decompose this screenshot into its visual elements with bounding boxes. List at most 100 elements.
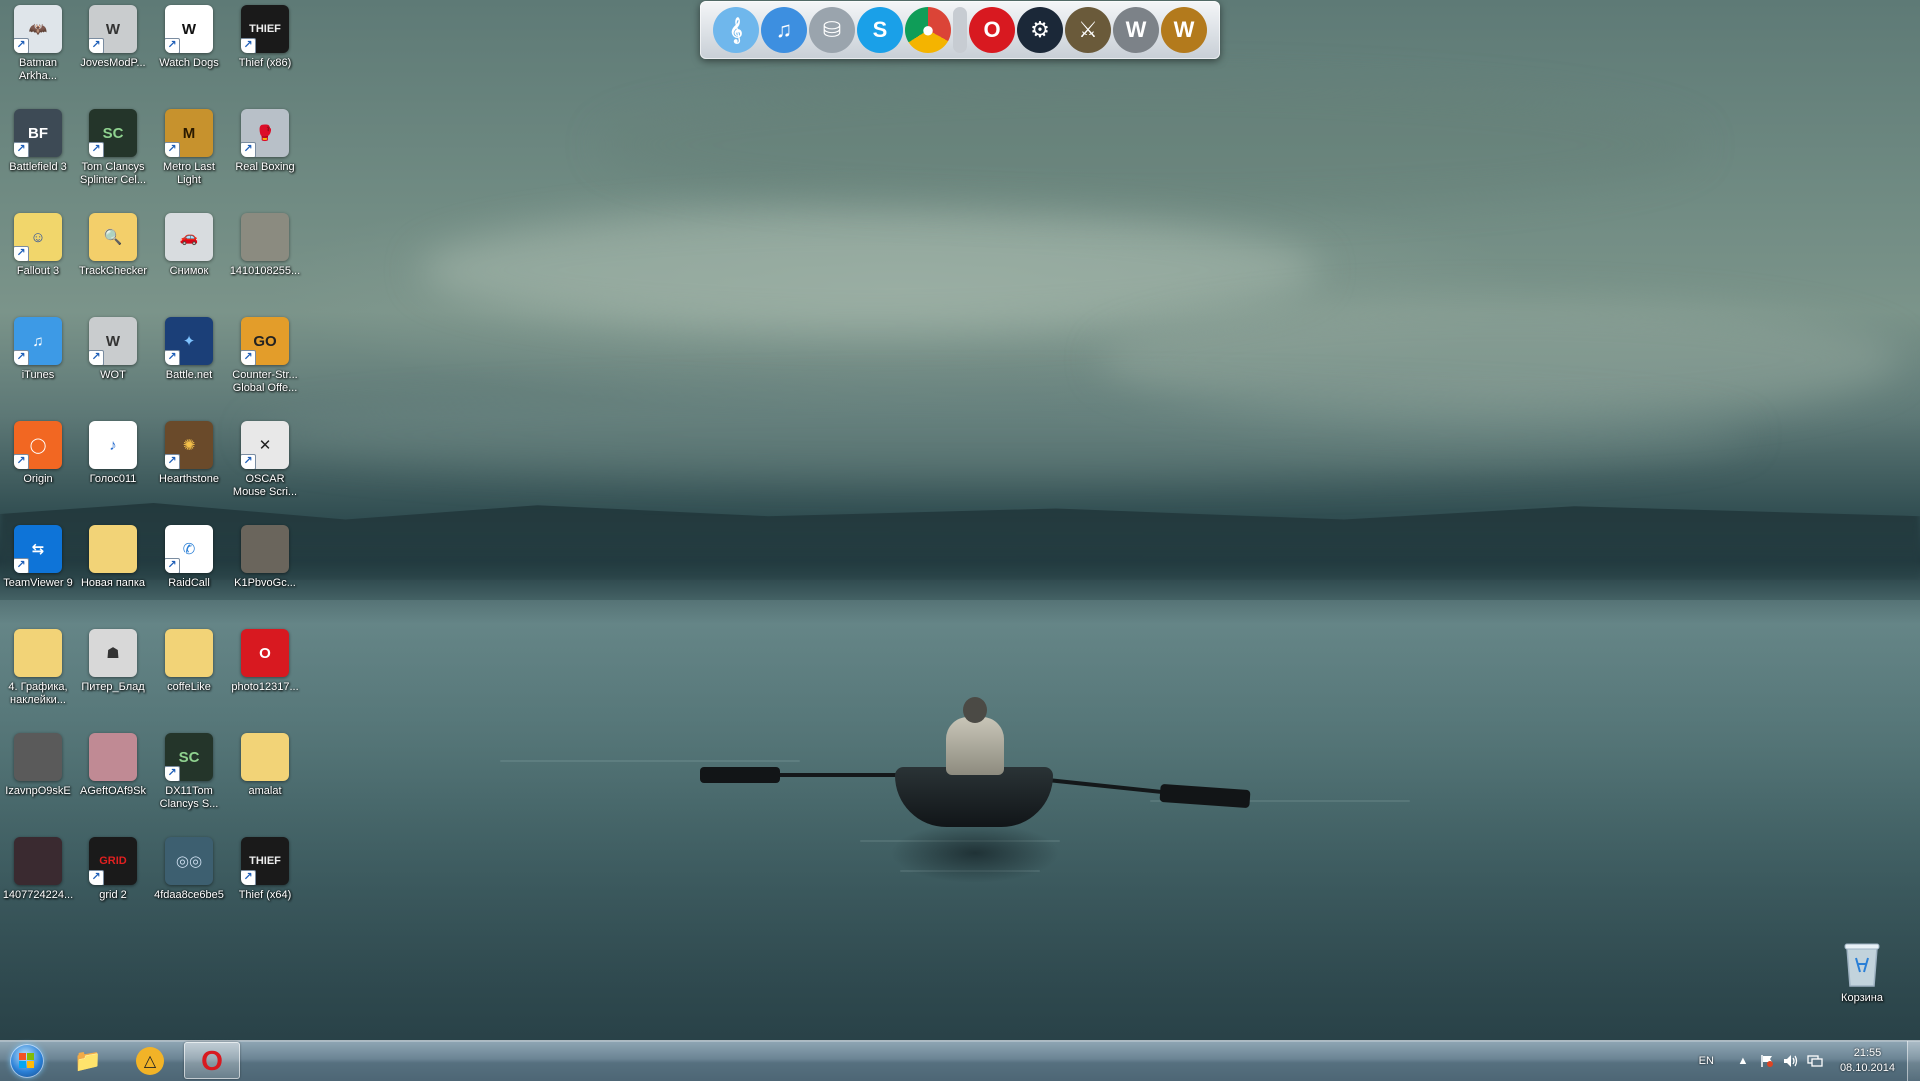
desktop-icon[interactable]: 4. Графика, наклейки... bbox=[1, 624, 75, 724]
network-icon[interactable] bbox=[1806, 1052, 1824, 1070]
recycle-bin-label: Корзина bbox=[1841, 992, 1883, 1004]
splinter-cell-icon: SC ↗ bbox=[165, 733, 213, 781]
shortcut-arrow-icon: ↗ bbox=[14, 142, 29, 157]
desktop-icon[interactable]: ◯ ↗ Origin bbox=[1, 416, 75, 516]
action-center-icon[interactable] bbox=[1758, 1052, 1776, 1070]
desktop-icon-label: Thief (x64) bbox=[238, 889, 292, 901]
desktop-icon[interactable]: GRID ↗ grid 2 bbox=[76, 832, 150, 932]
steam-icon[interactable]: ⚙ bbox=[1017, 7, 1063, 53]
shortcut-arrow-icon: ↗ bbox=[165, 38, 180, 53]
desktop-icon[interactable]: BF ↗ Battlefield 3 bbox=[1, 104, 75, 204]
daemon-tools-icon[interactable]: ⛁ bbox=[809, 7, 855, 53]
start-button[interactable] bbox=[6, 1043, 48, 1079]
language-indicator[interactable]: EN bbox=[1699, 1055, 1714, 1067]
desktop-icon[interactable]: THIEF ↗ Thief (x86) bbox=[228, 0, 302, 100]
desktop-icon-label: RaidCall bbox=[168, 577, 210, 589]
desktop-icon[interactable]: 🔍 TrackChecker bbox=[76, 208, 150, 308]
clock[interactable]: 21:55 08.10.2014 bbox=[1840, 1046, 1895, 1076]
itunes-icon[interactable]: ♫ bbox=[761, 7, 807, 53]
rowboat-scene bbox=[700, 695, 1260, 895]
desktop-icon-label: OSCAR Mouse Scri... bbox=[232, 473, 298, 498]
shortcut-arrow-icon: ↗ bbox=[241, 454, 256, 469]
desktop-icon[interactable]: 🚗 Снимок bbox=[152, 208, 226, 308]
desktop-icon[interactable]: M ↗ Metro Last Light bbox=[152, 104, 226, 204]
desktop-icon-label: Watch Dogs bbox=[159, 57, 219, 69]
desktop-icon-label: AGeftOAf9Sk bbox=[79, 785, 147, 797]
itunes-icon: ♫ ↗ bbox=[14, 317, 62, 365]
taskbar-explorer-button[interactable]: 📁 bbox=[60, 1042, 116, 1079]
desktop-icon[interactable]: ♫ ↗ iTunes bbox=[1, 312, 75, 412]
desktop-icon[interactable]: Ophoto12317... bbox=[228, 624, 302, 724]
folder-icon bbox=[241, 733, 289, 781]
shortcut-arrow-icon: ↗ bbox=[14, 558, 29, 573]
wow-icon[interactable]: W bbox=[1161, 7, 1207, 53]
desktop-icon-label: Новая папка bbox=[80, 577, 146, 589]
desktop-icon-label: IzavnpO9skE bbox=[5, 785, 71, 797]
volume-icon[interactable] bbox=[1782, 1052, 1800, 1070]
desktop-icon[interactable]: 🦇 ↗ Batman Arkha... bbox=[1, 0, 75, 100]
desktop-icon[interactable]: ✦ ↗ Battle.net bbox=[152, 312, 226, 412]
desktop-icon[interactable]: THIEF ↗ Thief (x64) bbox=[228, 832, 302, 932]
desktop-icon[interactable]: Новая папка bbox=[76, 520, 150, 620]
taskbar: 📁 △ O EN ▲ 21:55 08.10.2014 bbox=[0, 1040, 1920, 1081]
taskbar-aimp-button[interactable]: △ bbox=[122, 1042, 178, 1079]
desktop-icon[interactable]: ⇆ ↗ TeamViewer 9 bbox=[1, 520, 75, 620]
desktop-icon[interactable]: GO ↗ Counter-Str... Global Offe... bbox=[228, 312, 302, 412]
recycle-bin[interactable]: Корзина bbox=[1822, 938, 1902, 1004]
desktop-icon[interactable]: W ↗ Watch Dogs bbox=[152, 0, 226, 100]
clock-date: 08.10.2014 bbox=[1839, 1062, 1895, 1074]
sword-shield-icon[interactable]: ⚔ bbox=[1065, 7, 1111, 53]
image-file-icon bbox=[241, 213, 289, 261]
skype-icon[interactable]: S bbox=[857, 7, 903, 53]
folder-icon bbox=[89, 525, 137, 573]
desktop-icon[interactable]: W ↗ WOT bbox=[76, 312, 150, 412]
desktop-icon-label: Голос011 bbox=[89, 473, 137, 485]
shortcut-arrow-icon: ↗ bbox=[14, 350, 29, 365]
desktop-icon-label: Tom Clancys Splinter Cel... bbox=[79, 161, 147, 186]
desktop-icon[interactable]: ☗ Питер_Блад bbox=[76, 624, 150, 724]
taskbar-opera-button[interactable]: O bbox=[184, 1042, 240, 1079]
desktop-icon-label: Fallout 3 bbox=[16, 265, 60, 277]
desktop-icon[interactable]: 1410108255... bbox=[228, 208, 302, 308]
desktop-icon[interactable]: 1407724224... bbox=[1, 832, 75, 932]
desktop-icon[interactable]: ✕ ↗ OSCAR Mouse Scri... bbox=[228, 416, 302, 516]
image-file-icon bbox=[14, 837, 62, 885]
desktop-icon[interactable]: IzavnpO9skE bbox=[1, 728, 75, 828]
desktop-icon[interactable]: coffeLike bbox=[152, 624, 226, 724]
desktop-icon[interactable]: K1PbvoGc... bbox=[228, 520, 302, 620]
hearthstone-icon: ✺ ↗ bbox=[165, 421, 213, 469]
shortcut-arrow-icon: ↗ bbox=[241, 38, 256, 53]
desktop-icon[interactable]: SC ↗ Tom Clancys Splinter Cel... bbox=[76, 104, 150, 204]
desktop-icon[interactable]: W ↗ JovesModP... bbox=[76, 0, 150, 100]
desktop-icon-label: JovesModP... bbox=[80, 57, 146, 69]
desktop-icon-label: 4. Графика, наклейки... bbox=[8, 681, 68, 706]
music-note-icon[interactable]: 𝄞 bbox=[713, 7, 759, 53]
desktop-icon[interactable]: 🥊 ↗ Real Boxing bbox=[228, 104, 302, 204]
desktop-icon[interactable]: ☺ ↗ Fallout 3 bbox=[1, 208, 75, 308]
desktop-icon[interactable]: amalat bbox=[228, 728, 302, 828]
desktop-icon[interactable]: AGeftOAf9Sk bbox=[76, 728, 150, 828]
wot-shield-icon: W ↗ bbox=[89, 317, 137, 365]
chrome-icon[interactable]: ● bbox=[905, 7, 951, 53]
opera-icon[interactable]: O bbox=[969, 7, 1015, 53]
image-file-icon: 🚗 bbox=[165, 213, 213, 261]
desktop-icon[interactable]: ◎◎ 4fdaa8ce6be5 bbox=[152, 832, 226, 932]
shortcut-arrow-icon: ↗ bbox=[14, 38, 29, 53]
desktop-icon[interactable]: SC ↗ DX11Tom Clancys S... bbox=[152, 728, 226, 828]
shortcut-arrow-icon: ↗ bbox=[165, 454, 180, 469]
raidcall-icon: ✆ ↗ bbox=[165, 525, 213, 573]
wot-shield-icon[interactable]: W bbox=[1113, 7, 1159, 53]
batman-icon: 🦇 ↗ bbox=[14, 5, 62, 53]
splinter-cell-icon: SC ↗ bbox=[89, 109, 137, 157]
desktop-icon[interactable]: ✺ ↗ Hearthstone bbox=[152, 416, 226, 516]
clock-time: 21:55 bbox=[1853, 1047, 1882, 1059]
desktop-icon[interactable]: ♪ Голос011 bbox=[76, 416, 150, 516]
desktop-icon[interactable]: ✆ ↗ RaidCall bbox=[152, 520, 226, 620]
show-desktop-button[interactable] bbox=[1907, 1041, 1920, 1081]
desktop-icon-label: photo12317... bbox=[231, 681, 299, 693]
opera-icon: O bbox=[241, 629, 289, 677]
system-tray: EN ▲ 21:55 08.10.2014 bbox=[1699, 1041, 1920, 1081]
desktop-icon-label: iTunes bbox=[21, 369, 55, 381]
shortcut-arrow-icon: ↗ bbox=[165, 558, 180, 573]
show-hidden-icon[interactable]: ▲ bbox=[1734, 1052, 1752, 1070]
